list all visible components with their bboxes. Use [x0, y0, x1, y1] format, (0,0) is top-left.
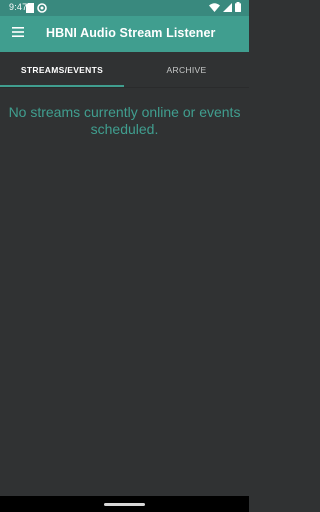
tab-bar: STREAMS/EVENTS ARCHIVE [0, 52, 249, 88]
app-screen: 9:47 HBNI Audio Stream Listener STREAMS/… [0, 0, 249, 512]
tab-archive[interactable]: ARCHIVE [124, 52, 249, 87]
status-time: 9:47 [9, 2, 28, 12]
sd-card-icon [26, 3, 35, 13]
status-system-icons [209, 2, 241, 14]
empty-state-message: No streams currently online or events sc… [8, 104, 241, 137]
tab-label: STREAMS/EVENTS [20, 64, 104, 75]
hamburger-menu-icon [12, 24, 24, 42]
app-bar: HBNI Audio Stream Listener [0, 16, 249, 52]
system-navigation-bar [0, 496, 249, 512]
home-gesture-handle[interactable] [104, 503, 145, 506]
status-bar: 9:47 [0, 0, 249, 16]
tab-label: ARCHIVE [166, 64, 207, 75]
app-title: HBNI Audio Stream Listener [46, 26, 216, 40]
battery-icon [235, 2, 241, 14]
signal-icon [223, 2, 232, 14]
circle-notification-icon [37, 3, 47, 13]
selected-tab-indicator [0, 85, 124, 87]
wifi-icon [209, 2, 220, 14]
tab-streams-events[interactable]: STREAMS/EVENTS [0, 52, 124, 87]
navigation-drawer-button[interactable] [6, 21, 30, 45]
